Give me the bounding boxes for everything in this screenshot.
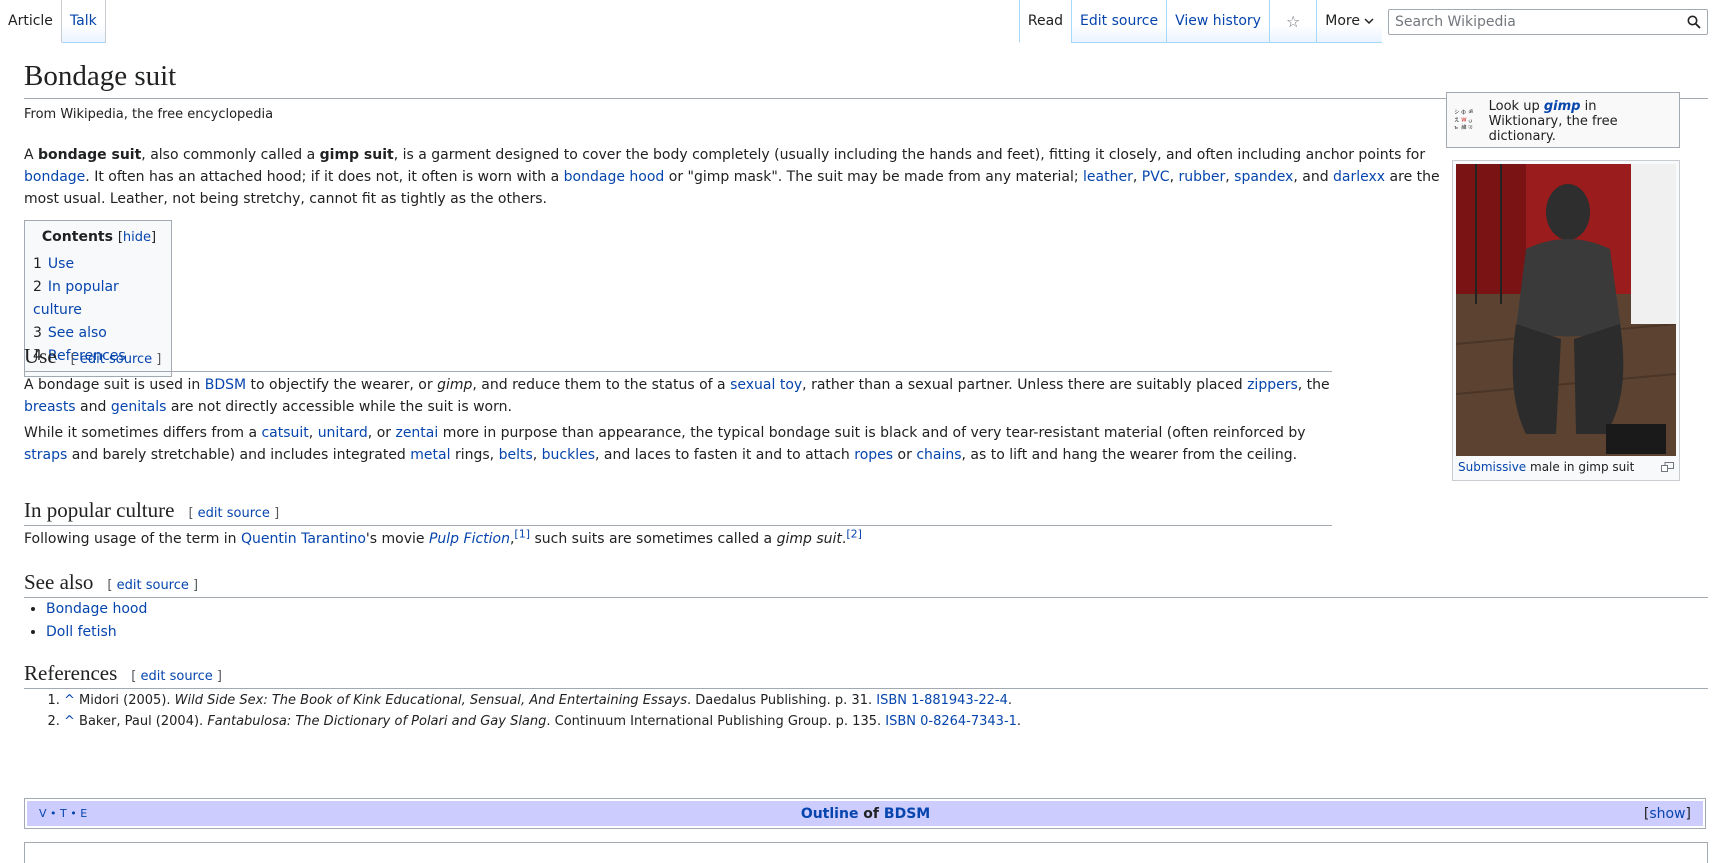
link-bdsm-navbox[interactable]: BDSM [884, 806, 930, 822]
link-pulp-fiction[interactable]: Pulp Fiction [429, 531, 510, 547]
tab-view-history[interactable]: View history [1166, 0, 1269, 43]
search-input[interactable]: Search Wikipedia [1388, 8, 1708, 35]
use-paragraph-1: A bondage suit is used in BDSM to object… [24, 377, 1330, 415]
backlink-caret[interactable]: ^ [64, 714, 75, 729]
section-heading-use: Use [ edit source ] [24, 344, 1332, 372]
link-zippers[interactable]: zippers [1247, 377, 1298, 393]
section-heading-popular-culture: In popular culture [ edit source ] [24, 498, 1332, 526]
navbox: V • T • E Outline of BDSM [show] [24, 798, 1706, 829]
link-genitals[interactable]: genitals [111, 399, 167, 415]
figure-thumbnail: Submissive male in gimp suit [1452, 160, 1680, 481]
svg-text:ن: ن [1468, 117, 1472, 123]
tab-edit-source[interactable]: Edit source [1071, 0, 1167, 43]
edit-section-link: [ edit source ] [107, 578, 199, 593]
see-also-list: Bondage hood Doll fetish [24, 598, 147, 644]
tab-talk[interactable]: Talk [61, 0, 106, 43]
toc-title: Contents [hide] [41, 229, 157, 245]
more-menu[interactable]: More [1316, 0, 1382, 43]
view-tabs: Read Edit source View history ☆ More Sea… [1018, 0, 1716, 43]
link-unitard[interactable]: unitard [318, 425, 368, 441]
link-pvc[interactable]: PVC [1142, 169, 1170, 185]
reference-item: ^ Midori (2005). Wild Side Sex: The Book… [64, 690, 1021, 711]
vte-links[interactable]: V • T • E [39, 807, 87, 820]
link-bondage-hood[interactable]: bondage hood [564, 169, 665, 185]
svg-text:W: W [1461, 117, 1467, 123]
reference-link-1[interactable]: [1] [514, 527, 530, 540]
list-item: Bondage hood [46, 598, 147, 621]
link-breasts[interactable]: breasts [24, 399, 76, 415]
wiktionary-link[interactable]: gimp [1544, 99, 1581, 114]
wiktionary-logo-icon: シ ф ॐ え W ن ъ 維 ত [1454, 109, 1473, 131]
svg-text:シ: シ [1454, 110, 1459, 116]
svg-text:ф: ф [1461, 110, 1466, 116]
navbox-show-toggle[interactable]: [show] [1644, 806, 1691, 822]
reference-item: ^ Baker, Paul (2004). Fantabulosa: The D… [64, 711, 1021, 732]
link-leather[interactable]: leather [1083, 169, 1133, 185]
isbn-link[interactable]: ISBN 1-881943-22-4 [876, 693, 1008, 708]
edit-section-link: [ edit source ] [70, 352, 162, 367]
link-catsuit[interactable]: catsuit [261, 425, 308, 441]
tab-article[interactable]: Article [0, 0, 62, 43]
tab-read[interactable]: Read [1018, 0, 1072, 43]
toc-item[interactable]: 3 See also [33, 322, 165, 345]
toc-item[interactable]: 1 Use [33, 253, 165, 276]
toc-item[interactable]: 2 In popular culture [33, 276, 165, 322]
edit-section-link: [ edit source ] [131, 669, 222, 684]
link-zentai[interactable]: zentai [395, 425, 438, 441]
link-bondage-hood-see-also[interactable]: Bondage hood [46, 601, 147, 617]
link-bondage[interactable]: bondage [24, 169, 85, 185]
figure-caption: Submissive male in gimp suit [1456, 456, 1676, 477]
link-ropes[interactable]: ropes [854, 447, 893, 463]
navbox-next [24, 842, 1708, 863]
svg-text:ъ: ъ [1454, 125, 1458, 131]
svg-text:ॐ: ॐ [1468, 109, 1473, 116]
svg-text:え: え [1454, 116, 1459, 123]
references-list: ^ Midori (2005). Wild Side Sex: The Book… [24, 690, 1021, 732]
watch-star-button[interactable]: ☆ [1268, 0, 1317, 43]
link-sexual-toy[interactable]: sexual toy [730, 377, 802, 393]
link-doll-fetish[interactable]: Doll fetish [46, 624, 117, 640]
navbox-title: Outline of BDSM [800, 805, 931, 822]
wiktionary-text: Look up gimp in Wiktionary, the free dic… [1488, 99, 1618, 144]
link-chains[interactable]: chains [916, 447, 961, 463]
backlink-caret[interactable]: ^ [64, 693, 75, 708]
toc-hide-link[interactable]: hide [123, 230, 151, 245]
use-paragraph-2: While it sometimes differs from a catsui… [24, 425, 1306, 463]
section-heading-see-also: See also [ edit source ] [24, 570, 1708, 598]
namespace-tabs: Article Talk [0, 0, 106, 43]
link-rubber[interactable]: rubber [1178, 169, 1225, 185]
edit-section-link: [ edit source ] [188, 506, 280, 521]
navbox-header: V • T • E Outline of BDSM [show] [27, 801, 1703, 826]
chevron-down-icon [1364, 18, 1374, 25]
link-outline[interactable]: Outline [801, 806, 859, 822]
section-heading-references: References [ edit source ] [24, 661, 1708, 689]
link-submissive[interactable]: Submissive [1458, 460, 1526, 474]
link-darlexx[interactable]: darlexx [1333, 169, 1385, 185]
reference-link-2[interactable]: [2] [846, 527, 862, 540]
link-straps[interactable]: straps [24, 447, 67, 463]
list-item: Doll fetish [46, 621, 147, 644]
link-quentin-tarantino[interactable]: Quentin Tarantino [241, 531, 366, 547]
svg-text:維: 維 [1461, 123, 1467, 131]
top-navigation: Article Talk Read Edit source View histo… [0, 0, 1716, 44]
link-bdsm[interactable]: BDSM [205, 377, 246, 393]
isbn-link[interactable]: ISBN 0-8264-7343-1 [885, 714, 1017, 729]
lead-paragraph: A bondage suit, also commonly called a g… [24, 147, 1440, 207]
search-icon[interactable] [1687, 15, 1701, 29]
link-buckles[interactable]: buckles [542, 447, 595, 463]
enlarge-icon[interactable] [1661, 462, 1674, 472]
link-spandex[interactable]: spandex [1234, 169, 1293, 185]
star-icon: ☆ [1285, 11, 1301, 31]
svg-text:ত: ত [1467, 125, 1472, 131]
wiktionary-box: シ ф ॐ え W ن ъ 維 ত Look up gimp in Wiktio… [1446, 92, 1680, 148]
link-belts[interactable]: belts [499, 447, 533, 463]
gimp-suit-photo[interactable] [1456, 164, 1676, 456]
link-metal[interactable]: metal [410, 447, 450, 463]
culture-paragraph: Following usage of the term in Quentin T… [24, 527, 862, 547]
